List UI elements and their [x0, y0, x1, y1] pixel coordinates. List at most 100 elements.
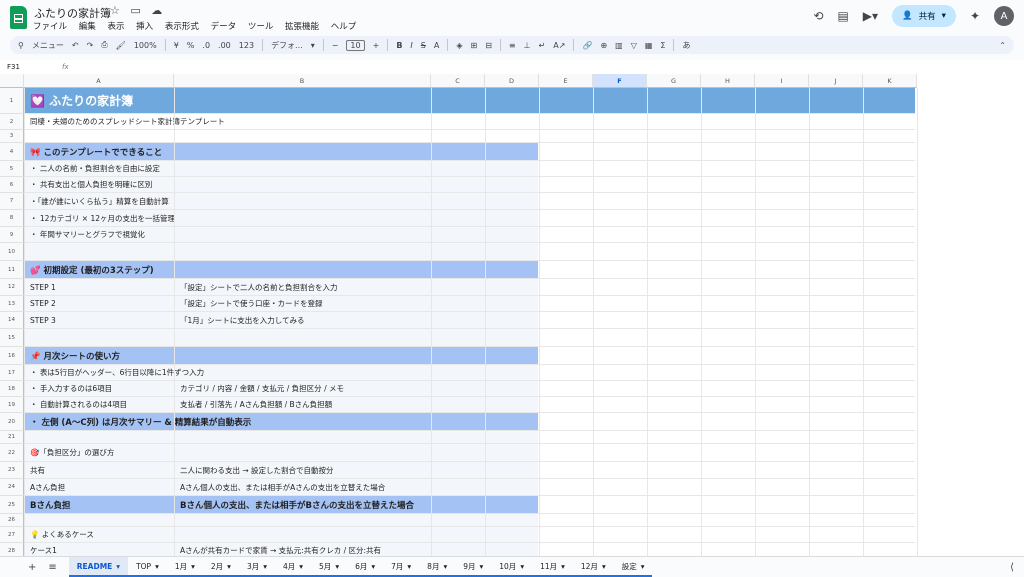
increase-font-size-button[interactable]: + — [373, 41, 380, 50]
merge-cells-icon[interactable]: ⊟ — [485, 41, 492, 50]
bold-icon[interactable]: B — [396, 41, 402, 50]
meet-icon[interactable]: ▶▾ — [863, 9, 878, 23]
chevron-down-icon[interactable]: ▾ — [371, 562, 375, 571]
row-header[interactable]: 20 — [0, 413, 24, 431]
cell-b[interactable]: Bさん個人の支出、または相手がBさんの支出を立替えた場合 — [174, 496, 431, 513]
menu-edit[interactable]: 編集 — [79, 22, 96, 32]
cell-b[interactable] — [174, 88, 431, 113]
cell-a[interactable]: STEP 2 — [24, 296, 174, 311]
functions-icon[interactable]: Σ — [660, 41, 665, 50]
cell-b[interactable] — [174, 243, 431, 260]
column-header-e[interactable]: E — [539, 74, 593, 88]
sheet-tab[interactable]: 2月 ▾ — [202, 557, 239, 577]
menu-insert[interactable]: 挿入 — [136, 22, 153, 32]
undo-icon[interactable]: ↶ — [72, 41, 79, 50]
column-header-g[interactable]: G — [647, 74, 701, 88]
row-header[interactable]: 13 — [0, 296, 24, 312]
row-header[interactable]: 21 — [0, 431, 24, 444]
sheet-tab[interactable]: 設定 ▾ — [613, 557, 653, 577]
row-header[interactable]: 3 — [0, 130, 24, 143]
cell-b[interactable]: 支払者 / 引落先 / Aさん負担額 / Bさん負担額 — [174, 397, 431, 412]
font-select[interactable]: デフォ... — [271, 40, 303, 51]
search-icon[interactable]: ⚲ — [18, 41, 24, 50]
menu-file[interactable]: ファイル — [33, 22, 67, 32]
add-sheet-icon[interactable]: + — [28, 562, 36, 573]
row-header[interactable]: 4 — [0, 143, 24, 161]
font-size-input[interactable]: 10 — [346, 39, 365, 51]
cell-b[interactable] — [174, 329, 431, 346]
text-wrap-icon[interactable]: ↵ — [539, 41, 546, 50]
sheet-tab[interactable]: 12月 ▾ — [572, 557, 614, 577]
chevron-down-icon[interactable]: ▾ — [155, 562, 159, 571]
chevron-down-icon[interactable]: ▾ — [335, 562, 339, 571]
row-header[interactable]: 27 — [0, 527, 24, 543]
cell-b[interactable] — [174, 431, 431, 443]
sheet-tab[interactable]: 3月 ▾ — [238, 557, 275, 577]
row-header[interactable]: 17 — [0, 365, 24, 381]
row-header[interactable]: 2 — [0, 114, 24, 130]
cell-a[interactable]: Aさん負担 — [24, 479, 174, 495]
menu-tools[interactable]: ツール — [248, 22, 274, 32]
avatar[interactable]: A — [994, 6, 1014, 26]
name-box[interactable]: F31 — [7, 63, 20, 71]
column-header-a[interactable]: A — [24, 74, 174, 88]
cell-b[interactable] — [174, 177, 431, 192]
italic-icon[interactable]: I — [410, 41, 412, 50]
chevron-down-icon[interactable]: ▾ — [561, 562, 565, 571]
chevron-down-icon[interactable]: ▾ — [311, 41, 315, 50]
cell-b[interactable] — [174, 114, 431, 129]
cloud-status-icon[interactable]: ☁ — [151, 4, 162, 17]
insert-comment-icon[interactable]: ⊕ — [600, 41, 607, 50]
borders-icon[interactable]: ⊞ — [471, 41, 478, 50]
strikethrough-icon[interactable]: S — [421, 41, 426, 50]
row-header[interactable]: 12 — [0, 279, 24, 296]
select-all-corner[interactable] — [0, 74, 24, 88]
column-header-h[interactable]: H — [701, 74, 755, 88]
print-icon[interactable]: ⎙ — [101, 40, 107, 50]
explore-icon[interactable]: ⟨ — [1010, 562, 1014, 573]
chevron-down-icon[interactable]: ▾ — [227, 562, 231, 571]
column-header-f[interactable]: F — [593, 74, 647, 88]
input-tools-button[interactable]: あ — [682, 40, 690, 51]
menu-view[interactable]: 表示 — [107, 22, 124, 32]
insert-link-icon[interactable]: 🔗 — [582, 41, 592, 50]
gemini-icon[interactable]: ✦ — [970, 9, 980, 23]
menu-search[interactable]: メニュー — [32, 40, 64, 51]
sheets-logo-icon[interactable] — [10, 6, 27, 29]
horizontal-align-icon[interactable]: ≡ — [509, 41, 516, 50]
collapse-toolbar-icon[interactable]: ⌃ — [999, 41, 1006, 50]
sheet-tab[interactable]: 11月 ▾ — [532, 557, 573, 577]
sheet-tab[interactable]: 8月 ▾ — [419, 557, 456, 577]
increase-decimal-button[interactable]: .00 — [218, 41, 231, 50]
row-header[interactable]: 25 — [0, 496, 24, 514]
cell-b[interactable] — [174, 514, 431, 526]
sheet-tab[interactable]: 4月 ▾ — [274, 557, 312, 577]
cell-b[interactable] — [174, 227, 431, 242]
column-header-d[interactable]: D — [485, 74, 539, 88]
menu-help[interactable]: ヘルプ — [331, 22, 357, 32]
spreadsheet-grid[interactable]: A B C D E F G H I J K 1 💟 ふたりの家計簿 2 同棲・夫婦のためのスプレッドシート家… — [0, 74, 1024, 556]
cell-b[interactable] — [174, 161, 431, 176]
chevron-down-icon[interactable]: ▾ — [942, 11, 946, 21]
cell-b[interactable] — [174, 413, 431, 430]
cell-b[interactable]: 二人に関わる支出 → 設定した割合で自動按分 — [174, 462, 431, 478]
cell-a[interactable]: STEP 3 — [24, 312, 174, 328]
decrease-font-size-button[interactable]: − — [332, 41, 339, 50]
share-button[interactable]: 👤 共有 ▾ — [892, 5, 956, 27]
text-color-icon[interactable]: A — [434, 41, 439, 50]
sheet-tab[interactable]: 5月 ▾ — [311, 557, 348, 577]
sheet-tab[interactable]: README ▾ — [68, 557, 129, 577]
cell-b[interactable]: Aさん個人の支出、または相手がAさんの支出を立替えた場合 — [174, 479, 431, 495]
cell-a[interactable]: 共有 — [24, 462, 174, 478]
row-header[interactable]: 23 — [0, 462, 24, 479]
row-header[interactable]: 24 — [0, 479, 24, 496]
vertical-align-icon[interactable]: ⊥ — [524, 41, 531, 50]
star-icon[interactable]: ☆ — [110, 4, 120, 17]
cell-b[interactable]: Aさんが共有カードで家賃 → 支払元:共有クレカ / 区分:共有 — [174, 543, 431, 556]
cell-b[interactable] — [174, 210, 431, 226]
filter-views-icon[interactable]: ▦ — [645, 41, 653, 50]
cell-a[interactable]: ケース1 — [24, 543, 174, 556]
row-header[interactable]: 22 — [0, 444, 24, 462]
move-folder-icon[interactable]: ▭ — [130, 4, 140, 17]
sheet-tab[interactable]: 9月 ▾ — [455, 557, 492, 577]
